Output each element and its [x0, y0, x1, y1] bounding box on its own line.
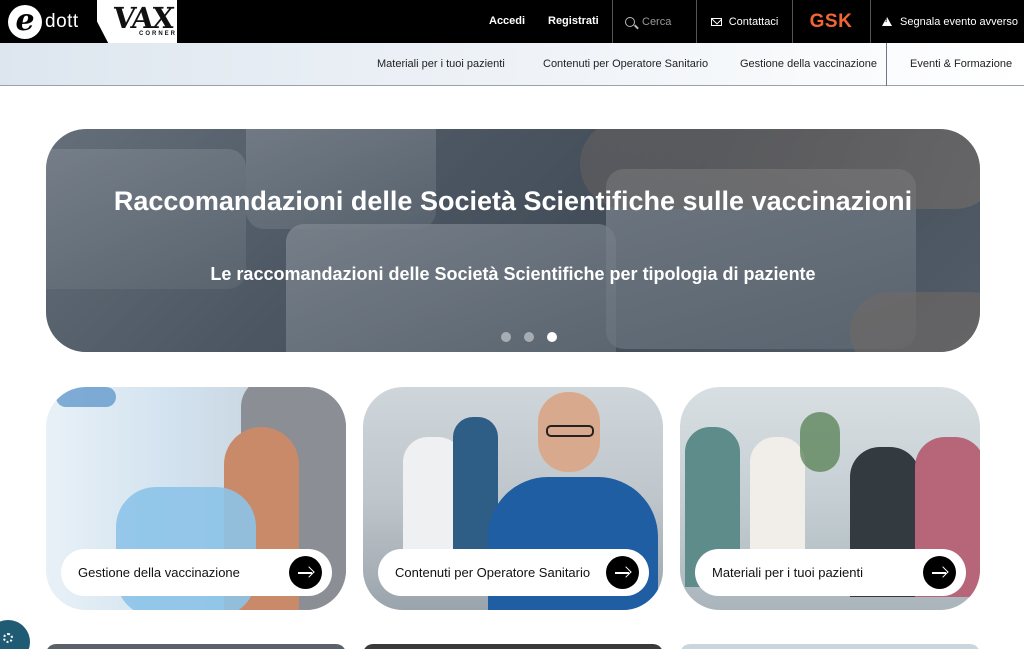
mail-icon	[710, 17, 722, 26]
register-link[interactable]: Registrati	[548, 0, 599, 43]
arrow-right-icon[interactable]	[289, 556, 322, 589]
card-label-pill[interactable]: Gestione della vaccinazione	[61, 549, 332, 596]
search-box[interactable]	[613, 0, 696, 43]
card-peek[interactable]	[46, 644, 346, 649]
edott-logo-mark: e	[8, 5, 42, 39]
report-label: Segnala evento avverso	[900, 15, 1019, 28]
nav-item-healthcare-content[interactable]: Contenuti per Operatore Sanitario	[543, 43, 708, 86]
gsk-logo[interactable]: GSK	[793, 0, 869, 43]
login-link[interactable]: Accedi	[489, 0, 525, 43]
contact-link[interactable]: Contattaci	[697, 0, 792, 43]
card-label-pill[interactable]: Contenuti per Operatore Sanitario	[378, 549, 649, 596]
secondary-nav: Materiali per i tuoi pazienti Contenuti …	[0, 43, 1024, 86]
card-vaccination-management[interactable]: Gestione della vaccinazione	[46, 387, 346, 610]
carousel-dots	[62, 332, 980, 342]
hero-title: Raccomandazioni delle Società Scientific…	[113, 186, 913, 216]
card-label: Gestione della vaccinazione	[78, 565, 240, 580]
arrow-right-icon[interactable]	[606, 556, 639, 589]
card-healthcare-operator-content[interactable]: Contenuti per Operatore Sanitario	[363, 387, 663, 610]
hero-carousel[interactable]: Raccomandazioni delle Società Scientific…	[46, 129, 980, 352]
top-bar: e dott VAX CORNER Accedi Registrati Cont…	[0, 0, 1024, 43]
gear-icon	[3, 633, 13, 643]
vax-logo-text: VAX	[111, 1, 175, 35]
card-label: Materiali per i tuoi pazienti	[712, 565, 864, 580]
nav-item-events-training[interactable]: Eventi & Formazione	[910, 43, 1012, 86]
divider	[886, 43, 887, 86]
edott-logo-text: dott	[45, 11, 79, 32]
carousel-dot-3[interactable]	[547, 332, 557, 342]
edott-logo[interactable]: e dott	[8, 4, 100, 40]
search-input[interactable]	[642, 15, 692, 28]
arrow-right-icon[interactable]	[923, 556, 956, 589]
nav-item-patient-materials[interactable]: Materiali per i tuoi pazienti	[377, 43, 505, 86]
warning-icon	[882, 17, 892, 26]
hero-subtitle: Le raccomandazioni delle Società Scienti…	[210, 264, 816, 284]
vax-corner-logo[interactable]: VAX CORNER	[97, 0, 177, 43]
card-label: Contenuti per Operatore Sanitario	[395, 565, 591, 580]
carousel-dot-1[interactable]	[501, 332, 511, 342]
hero-background-image	[46, 129, 980, 352]
search-icon[interactable]	[625, 16, 635, 27]
carousel-dot-2[interactable]	[524, 332, 534, 342]
vax-logo-subtext: CORNER	[139, 31, 178, 37]
card-label-pill[interactable]: Materiali per i tuoi pazienti	[695, 549, 966, 596]
contact-label: Contattaci	[728, 15, 779, 28]
cookie-settings-button[interactable]	[0, 620, 30, 649]
report-adverse-event-link[interactable]: Segnala evento avverso	[871, 0, 1024, 43]
card-patient-materials[interactable]: Materiali per i tuoi pazienti	[680, 387, 980, 610]
card-peek[interactable]	[680, 644, 980, 649]
card-peek[interactable]	[363, 644, 663, 649]
nav-item-vaccination-management[interactable]: Gestione della vaccinazione	[740, 43, 877, 86]
